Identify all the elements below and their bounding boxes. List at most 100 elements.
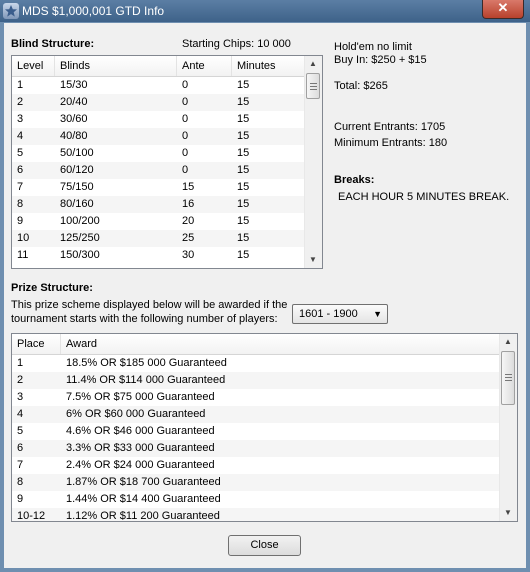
minutes-cell: 15 xyxy=(237,215,250,227)
minutes-cell: 15 xyxy=(237,164,250,176)
blind-list-scrollbar[interactable]: ▲ ▼ xyxy=(304,56,322,268)
buy-in-label: Buy In: $250 + $15 xyxy=(334,54,427,66)
prize-structure-list[interactable]: Place Award 1 18.5% OR $185 000 Guarantee… xyxy=(11,333,518,522)
close-button[interactable]: Close xyxy=(228,535,301,556)
tournament-info-window: MDS $1,000,001 GTD Info ✕ Blind Structur… xyxy=(0,0,530,572)
ante-cell: 0 xyxy=(182,113,189,125)
ante-cell: 0 xyxy=(182,164,189,176)
window-title: MDS $1,000,001 GTD Info xyxy=(22,4,165,18)
award-cell: 4.6% OR $46 000 Guaranteed xyxy=(66,425,215,437)
prize-description-line2: tournament starts with the following num… xyxy=(11,313,278,325)
blinds-cell: 30/60 xyxy=(60,113,88,125)
scroll-down-arrow-icon[interactable]: ▼ xyxy=(500,505,516,521)
table-row[interactable]: 10 125/250 25 15 xyxy=(12,230,305,247)
place-cell: 7 xyxy=(17,459,24,471)
prize-list-header: Place Award xyxy=(12,334,500,355)
table-row[interactable]: 5 50/100 0 15 xyxy=(12,145,305,162)
blinds-cell: 75/150 xyxy=(60,181,94,193)
table-row[interactable]: 11 150/300 30 15 xyxy=(12,247,305,264)
level-cell: 1 xyxy=(17,79,24,91)
table-row[interactable]: 3 7.5% OR $75 000 Guaranteed xyxy=(12,389,500,406)
minutes-cell: 15 xyxy=(237,79,250,91)
place-cell: 1 xyxy=(17,357,24,369)
scroll-thumb[interactable] xyxy=(501,351,515,405)
table-row[interactable]: 2 11.4% OR $114 000 Guaranteed xyxy=(12,372,500,389)
level-cell: 2 xyxy=(17,96,24,108)
table-row[interactable]: 6 60/120 0 15 xyxy=(12,162,305,179)
ante-cell: 0 xyxy=(182,79,189,91)
blinds-cell: 50/100 xyxy=(60,147,94,159)
level-cell: 11 xyxy=(17,249,29,261)
blind-structure-list[interactable]: Level Blinds Ante Minutes 1 15/30 0 15 2 20/4… xyxy=(11,55,323,269)
scroll-down-arrow-icon[interactable]: ▼ xyxy=(305,252,321,268)
table-row[interactable]: 3 30/60 0 15 xyxy=(12,111,305,128)
blinds-cell: 60/120 xyxy=(60,164,94,176)
column-header-award[interactable]: Award xyxy=(61,334,500,354)
table-row[interactable]: 9 100/200 20 15 xyxy=(12,213,305,230)
ante-cell: 20 xyxy=(182,215,195,227)
column-header-blinds[interactable]: Blinds xyxy=(55,56,177,76)
table-row[interactable]: 1 18.5% OR $185 000 Guaranteed xyxy=(12,355,500,372)
blinds-cell: 150/300 xyxy=(60,249,100,261)
table-row[interactable]: 8 80/160 16 15 xyxy=(12,196,305,213)
minutes-cell: 15 xyxy=(237,96,250,108)
award-cell: 7.5% OR $75 000 Guaranteed xyxy=(66,391,215,403)
table-row[interactable]: 8 1.87% OR $18 700 Guaranteed xyxy=(12,474,500,491)
table-row[interactable]: 10-12 1.12% OR $11 200 Guaranteed xyxy=(12,508,500,522)
place-cell: 5 xyxy=(17,425,24,437)
column-header-ante[interactable]: Ante xyxy=(177,56,232,76)
ante-cell: 15 xyxy=(182,181,195,193)
table-row[interactable]: 7 75/150 15 15 xyxy=(12,179,305,196)
table-row[interactable]: 9 1.44% OR $14 400 Guaranteed xyxy=(12,491,500,508)
place-cell: 6 xyxy=(17,442,24,454)
starting-chips-label: Starting Chips: 10 000 xyxy=(182,38,291,50)
level-cell: 9 xyxy=(17,215,24,227)
ante-cell: 0 xyxy=(182,96,189,108)
award-cell: 3.3% OR $33 000 Guaranteed xyxy=(66,442,215,454)
place-cell: 4 xyxy=(17,408,24,420)
table-row[interactable]: 6 3.3% OR $33 000 Guaranteed xyxy=(12,440,500,457)
level-cell: 7 xyxy=(17,181,24,193)
scroll-up-arrow-icon[interactable]: ▲ xyxy=(500,334,516,350)
place-cell: 8 xyxy=(17,476,24,488)
app-star-icon xyxy=(3,3,19,19)
minutes-cell: 15 xyxy=(237,147,250,159)
level-cell: 5 xyxy=(17,147,24,159)
ante-cell: 0 xyxy=(182,130,189,142)
blinds-cell: 80/160 xyxy=(60,198,94,210)
table-row[interactable]: 5 4.6% OR $46 000 Guaranteed xyxy=(12,423,500,440)
place-cell: 9 xyxy=(17,493,24,505)
level-cell: 6 xyxy=(17,164,24,176)
prize-description-line1: This prize scheme displayed below will b… xyxy=(11,299,288,311)
award-cell: 1.12% OR $11 200 Guaranteed xyxy=(66,510,220,522)
table-row[interactable]: 7 2.4% OR $24 000 Guaranteed xyxy=(12,457,500,474)
game-type-label: Hold'em no limit xyxy=(334,41,412,53)
players-range-dropdown[interactable]: 1601 - 1900 ▼ xyxy=(292,304,388,324)
table-row[interactable]: 1 15/30 0 15 xyxy=(12,77,305,94)
place-cell: 10-12 xyxy=(17,510,46,522)
minutes-cell: 15 xyxy=(237,249,250,261)
blind-list-header: Level Blinds Ante Minutes xyxy=(12,56,305,77)
window-close-button[interactable]: ✕ xyxy=(482,0,524,19)
level-cell: 8 xyxy=(17,198,24,210)
blinds-cell: 100/200 xyxy=(60,215,100,227)
scroll-thumb[interactable] xyxy=(306,73,320,99)
blind-structure-heading: Blind Structure: xyxy=(11,38,95,50)
column-header-minutes[interactable]: Minutes xyxy=(232,56,305,76)
column-header-level[interactable]: Level xyxy=(12,56,55,76)
title-bar[interactable]: MDS $1,000,001 GTD Info ✕ xyxy=(0,0,530,22)
close-icon: ✕ xyxy=(497,0,509,15)
award-cell: 2.4% OR $24 000 Guaranteed xyxy=(66,459,215,471)
window-client-area: Blind Structure: Starting Chips: 10 000 … xyxy=(4,23,526,568)
prize-list-scrollbar[interactable]: ▲ ▼ xyxy=(499,334,517,521)
table-row[interactable]: 4 6% OR $60 000 Guaranteed xyxy=(12,406,500,423)
award-cell: 18.5% OR $185 000 Guaranteed xyxy=(66,357,227,369)
column-header-place[interactable]: Place xyxy=(12,334,61,354)
minutes-cell: 15 xyxy=(237,130,250,142)
ante-cell: 25 xyxy=(182,232,195,244)
table-row[interactable]: 2 20/40 0 15 xyxy=(12,94,305,111)
current-entrants-label: Current Entrants: 1705 xyxy=(334,121,446,133)
scroll-up-arrow-icon[interactable]: ▲ xyxy=(305,56,321,72)
award-cell: 1.44% OR $14 400 Guaranteed xyxy=(66,493,221,505)
table-row[interactable]: 4 40/80 0 15 xyxy=(12,128,305,145)
